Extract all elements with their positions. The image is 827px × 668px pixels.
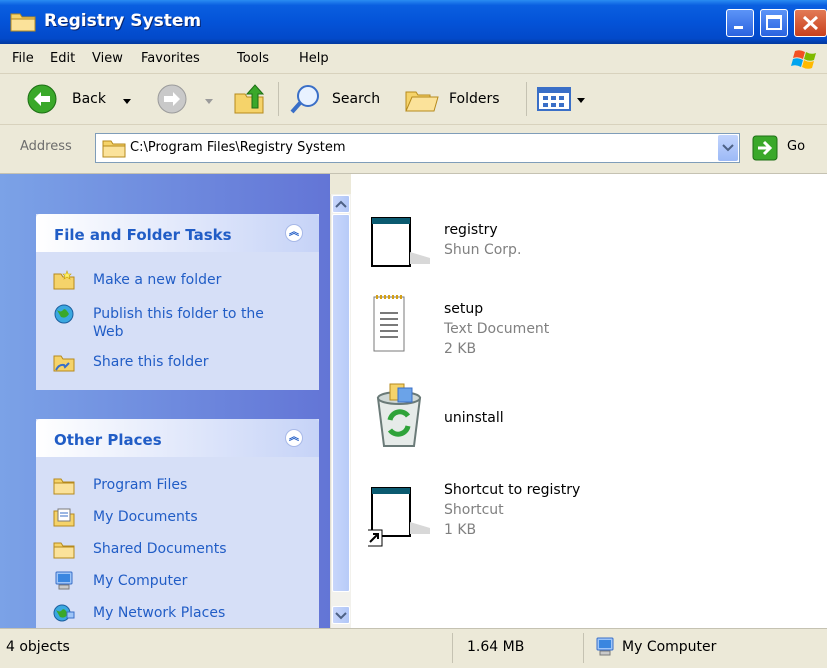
file-type: Text Document bbox=[444, 321, 550, 337]
file-type: Shun Corp. bbox=[444, 242, 522, 258]
network-places-icon bbox=[53, 604, 75, 622]
go-arrow-icon[interactable] bbox=[752, 135, 778, 161]
status-size: 1.64 MB bbox=[467, 639, 525, 655]
chevron-down-icon bbox=[205, 99, 213, 104]
menu-file[interactable]: File bbox=[12, 51, 34, 66]
place-label: My Computer bbox=[93, 573, 188, 589]
task-label: Make a new folder bbox=[93, 272, 222, 288]
file-name: uninstall bbox=[444, 410, 504, 426]
close-button[interactable] bbox=[794, 9, 827, 37]
other-places-panel: Other Places ︽ Program Files My Document… bbox=[36, 419, 319, 628]
menu-help[interactable]: Help bbox=[299, 51, 329, 66]
forward-arrow-icon bbox=[157, 84, 187, 114]
address-input[interactable]: C:\Program Files\Registry System bbox=[95, 133, 740, 163]
window-title: Registry System bbox=[44, 11, 202, 31]
folder-icon bbox=[53, 478, 75, 495]
menu-bar: File Edit View Favorites Tools Help bbox=[0, 44, 827, 74]
toolbar-separator bbox=[278, 82, 279, 116]
text-document-icon bbox=[373, 295, 405, 352]
folder-icon bbox=[10, 13, 36, 32]
views-button[interactable] bbox=[536, 85, 592, 113]
new-folder-icon bbox=[53, 270, 75, 290]
computer-icon bbox=[596, 637, 614, 656]
share-folder-icon bbox=[53, 355, 75, 372]
place-label: My Network Places bbox=[93, 605, 226, 621]
computer-icon bbox=[55, 571, 73, 590]
views-icon bbox=[537, 87, 571, 111]
maximize-icon bbox=[766, 15, 782, 30]
chevron-down-icon bbox=[335, 612, 347, 620]
task-publish-folder-web[interactable]: Publish this folder to the Web bbox=[53, 304, 303, 344]
up-folder-icon[interactable] bbox=[232, 82, 266, 116]
menu-edit[interactable]: Edit bbox=[50, 51, 75, 66]
menu-tools[interactable]: Tools bbox=[237, 51, 269, 66]
chevron-up-icon bbox=[335, 200, 347, 208]
status-location: My Computer bbox=[622, 639, 717, 655]
folders-label: Folders bbox=[449, 91, 500, 107]
status-objects: 4 objects bbox=[6, 639, 70, 655]
my-documents-icon bbox=[53, 508, 75, 527]
back-button[interactable]: Back bbox=[26, 83, 148, 115]
panel-title: File and Folder Tasks bbox=[54, 226, 232, 244]
search-icon bbox=[290, 85, 319, 114]
close-icon bbox=[802, 15, 819, 31]
file-name: setup bbox=[444, 301, 484, 317]
place-label: My Documents bbox=[93, 509, 198, 525]
file-name: Shortcut to registry bbox=[444, 482, 581, 498]
go-button[interactable]: Go bbox=[787, 139, 805, 154]
back-arrow-icon bbox=[27, 84, 57, 114]
status-bar: 4 objects 1.64 MB My Computer bbox=[0, 628, 827, 668]
standard-toolbar: Back Search Folders bbox=[0, 74, 827, 125]
task-pane: File and Folder Tasks ︽ Make a new folde… bbox=[0, 174, 330, 628]
explorer-window: Registry System File Edit View Favorites… bbox=[0, 0, 827, 668]
chevron-down-icon bbox=[123, 99, 131, 104]
maximize-button[interactable] bbox=[760, 9, 788, 37]
address-dropdown-button[interactable] bbox=[718, 135, 738, 161]
place-label: Program Files bbox=[93, 477, 188, 493]
file-size: 2 KB bbox=[444, 341, 477, 357]
scroll-up-button[interactable] bbox=[332, 195, 350, 213]
file-type: Shortcut bbox=[444, 502, 504, 518]
place-label: Shared Documents bbox=[93, 541, 227, 557]
panel-header[interactable]: Other Places ︽ bbox=[36, 419, 319, 457]
panel-header[interactable]: File and Folder Tasks ︽ bbox=[36, 214, 319, 252]
back-label: Back bbox=[72, 91, 106, 107]
chevron-down-icon bbox=[577, 98, 585, 103]
task-label: Publish this folder to the Web bbox=[93, 306, 264, 340]
folder-icon bbox=[53, 542, 75, 559]
file-folder-tasks-panel: File and Folder Tasks ︽ Make a new folde… bbox=[36, 214, 319, 390]
menu-view[interactable]: View bbox=[92, 51, 123, 66]
collapse-icon[interactable]: ︽ bbox=[285, 429, 303, 447]
address-label: Address bbox=[20, 139, 72, 154]
file-size: 1 KB bbox=[444, 522, 477, 538]
forward-button[interactable] bbox=[156, 83, 216, 115]
vertical-scrollbar[interactable] bbox=[330, 194, 351, 628]
address-path: C:\Program Files\Registry System bbox=[130, 140, 346, 155]
minimize-button[interactable] bbox=[726, 9, 754, 37]
file-name: registry bbox=[444, 222, 498, 238]
status-cell-objects: 4 objects bbox=[0, 633, 453, 663]
collapse-icon[interactable]: ︽ bbox=[285, 224, 303, 242]
address-bar: Address C:\Program Files\Registry System… bbox=[0, 125, 827, 174]
shortcut-icon bbox=[368, 487, 430, 547]
recycle-bin-icon bbox=[376, 383, 422, 447]
folder-icon bbox=[102, 140, 126, 158]
toolbar-separator bbox=[526, 82, 527, 116]
minimize-icon bbox=[734, 26, 743, 29]
status-cell-size: 1.64 MB bbox=[453, 633, 584, 663]
folders-icon bbox=[405, 91, 439, 112]
title-bar[interactable]: Registry System bbox=[0, 0, 827, 44]
search-label: Search bbox=[332, 91, 381, 107]
task-label: Share this folder bbox=[93, 354, 209, 370]
application-icon bbox=[371, 217, 430, 267]
folders-button[interactable]: Folders bbox=[404, 82, 516, 116]
windows-logo-icon bbox=[791, 50, 816, 69]
scroll-down-button[interactable] bbox=[332, 606, 350, 624]
globe-icon bbox=[54, 304, 74, 324]
scroll-thumb[interactable] bbox=[332, 214, 350, 592]
search-button[interactable]: Search bbox=[289, 82, 393, 116]
chevron-down-icon bbox=[722, 144, 734, 152]
panel-title: Other Places bbox=[54, 431, 162, 449]
menu-favorites[interactable]: Favorites bbox=[141, 51, 200, 66]
